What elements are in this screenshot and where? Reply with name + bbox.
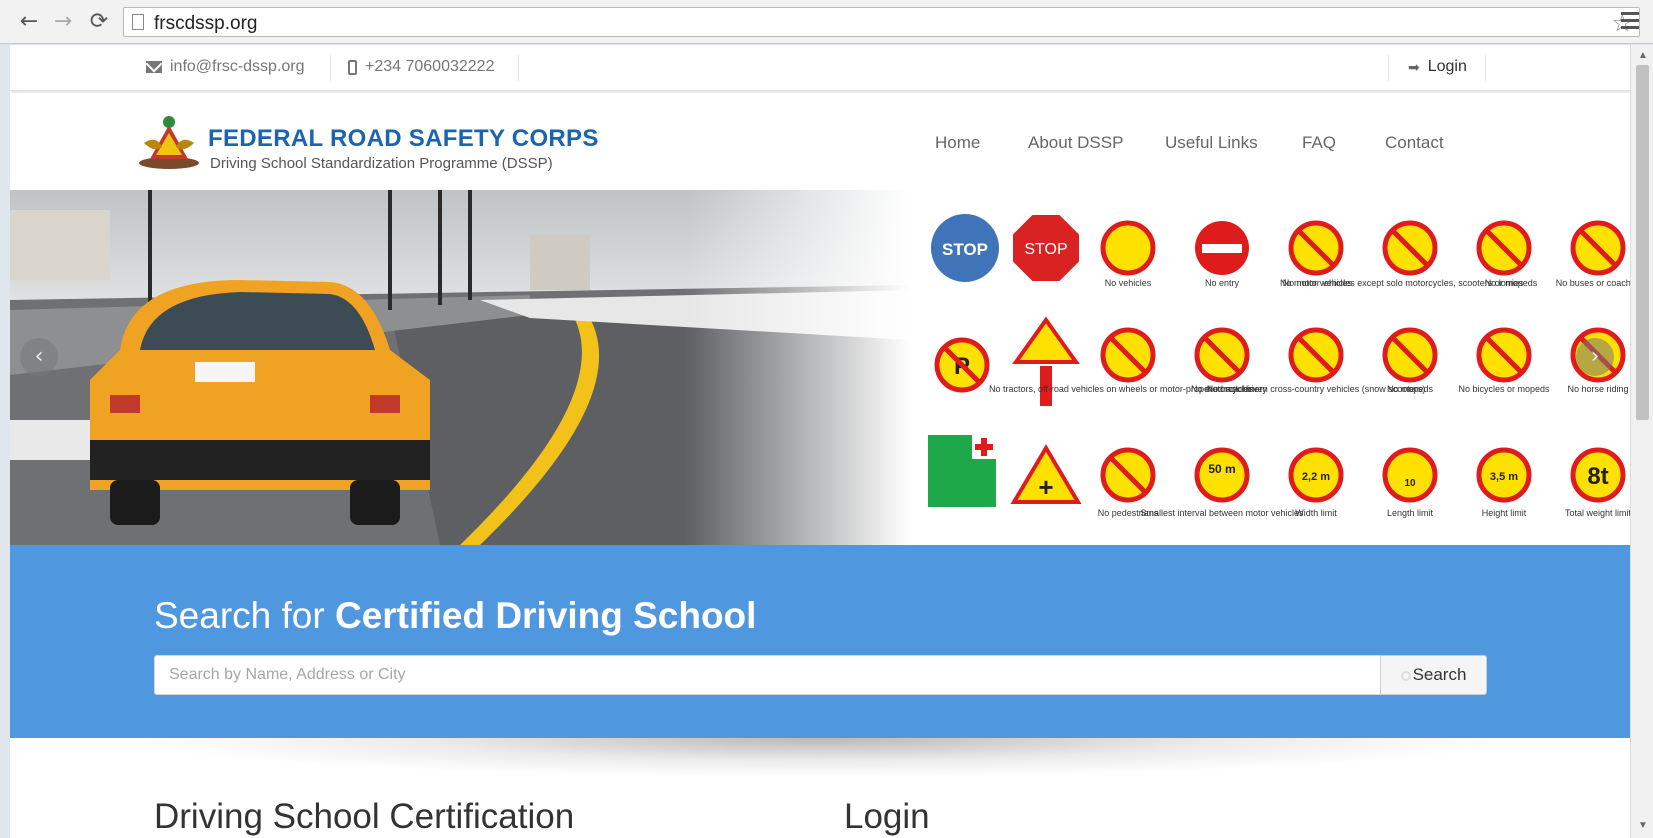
reload-icon[interactable]: ⟳	[86, 9, 112, 35]
search-input[interactable]	[154, 655, 1381, 695]
search-heading: Search for Certified Driving School	[154, 595, 756, 637]
interval-value: 50 m	[1208, 462, 1235, 476]
page-icon	[132, 14, 144, 30]
phone-text: +234 7060032222	[365, 58, 495, 75]
login-link[interactable]: ➡ Login	[1408, 58, 1467, 76]
nav-about-dssp[interactable]: About DSSP	[1028, 133, 1123, 153]
traffic-signs-panel: STOP STOP No vehicles No entry No motor …	[928, 213, 1630, 518]
login-link-label[interactable]: Login	[1428, 58, 1467, 76]
sign-caption: No horse riding	[1567, 384, 1628, 394]
carousel-prev-icon[interactable]: ‹	[20, 338, 58, 376]
length-limit-icon	[1382, 447, 1438, 503]
vertical-scrollbar[interactable]: ▲ ▼	[1630, 45, 1653, 838]
frsc-logo-icon[interactable]	[136, 113, 202, 173]
nav-contact[interactable]: Contact	[1385, 133, 1444, 153]
divider	[1485, 55, 1486, 81]
page-viewport: info@frsc-dssp.org +234 7060032222 ➡ Log…	[10, 45, 1630, 838]
phone-contact: +234 7060032222	[348, 58, 494, 76]
svg-text:+: +	[1038, 472, 1053, 502]
sign-caption: No entry	[1205, 278, 1240, 288]
search-heading-light: Search for	[154, 595, 335, 636]
brand-subtitle: Driving School Standardization Programme…	[210, 155, 553, 172]
email-text[interactable]: info@frsc-dssp.org	[170, 58, 305, 76]
sign-caption: No vehicles	[1105, 278, 1152, 288]
login-heading: Login	[844, 797, 930, 836]
length-value: 10	[1404, 478, 1416, 489]
stop-sign-label: STOP	[942, 240, 988, 259]
envelope-icon	[146, 61, 162, 73]
divider	[518, 55, 519, 81]
sign-caption: Width limit	[1295, 508, 1337, 518]
weight-value: 8t	[1587, 463, 1608, 490]
url-text[interactable]: frscdssp.org	[154, 13, 257, 35]
sign-in-icon: ➡	[1408, 58, 1420, 75]
divider	[1388, 55, 1389, 81]
stop-octagon-label: STOP	[1024, 241, 1067, 258]
search-button-label: Search	[1412, 665, 1467, 684]
sign-caption: Length limit	[1387, 508, 1434, 518]
phone-icon	[348, 59, 357, 75]
sign-caption: Height limit	[1482, 508, 1527, 518]
width-value: 2,2 m	[1302, 471, 1330, 483]
address-bar[interactable]: frscdssp.org ☆	[123, 7, 1640, 37]
carousel-next-icon[interactable]: ›	[1576, 338, 1614, 376]
level-crossing-warning-icon	[1012, 316, 1080, 364]
sign-caption: Total weight limit	[1565, 508, 1630, 518]
nav-useful-links[interactable]: Useful Links	[1165, 133, 1258, 153]
brand-title[interactable]: FEDERAL ROAD SAFETY CORPS	[208, 125, 599, 153]
nav-faq[interactable]: FAQ	[1302, 133, 1336, 153]
contact-topbar: info@frsc-dssp.org +234 7060032222 ➡ Log…	[10, 45, 1630, 91]
back-icon[interactable]: ←	[16, 9, 42, 35]
sign-caption: No buses or coaches	[1556, 278, 1630, 288]
section-shadow	[120, 738, 1520, 778]
sign-caption: Smallest interval between motor vehicles	[1140, 508, 1304, 518]
search-icon	[1400, 670, 1411, 681]
certification-heading: Driving School Certification	[154, 797, 575, 836]
email-contact[interactable]: info@frsc-dssp.org	[146, 58, 305, 76]
search-button[interactable]: Search	[1380, 655, 1487, 695]
sign-caption: No lorries	[1485, 278, 1524, 288]
scroll-up-icon[interactable]: ▲	[1638, 50, 1648, 61]
scrollbar-thumb[interactable]	[1636, 65, 1649, 420]
scroll-down-icon[interactable]: ▼	[1638, 820, 1648, 831]
hero-carousel: STOP STOP No vehicles No entry No motor …	[10, 190, 1630, 545]
search-heading-bold: Certified Driving School	[334, 595, 757, 636]
search-section: Search for Certified Driving School Sear…	[10, 545, 1630, 738]
browser-menu-icon[interactable]	[1618, 8, 1642, 34]
hero-road-photo	[10, 190, 910, 545]
height-value: 3,5 m	[1490, 471, 1518, 483]
sign-caption: No mopeds	[1387, 384, 1434, 394]
no-vehicles-icon	[1100, 220, 1156, 276]
divider	[330, 55, 331, 81]
nav-home[interactable]: Home	[935, 133, 980, 153]
browser-toolbar: ← → ⟳ frscdssp.org ☆	[0, 0, 1653, 44]
sign-caption: No bicycles or mopeds	[1458, 384, 1550, 394]
forward-icon[interactable]: →	[50, 9, 76, 35]
